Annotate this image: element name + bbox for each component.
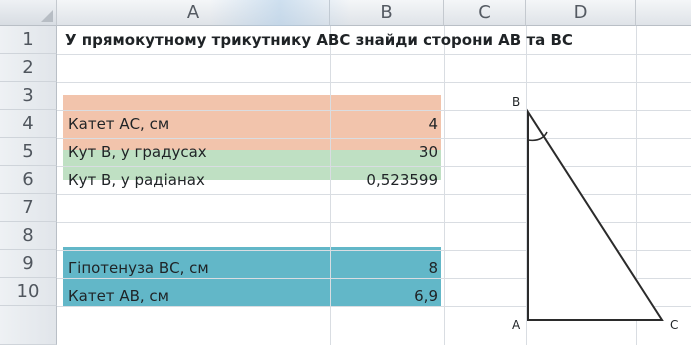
triangle-shape xyxy=(527,108,664,321)
vertex-label-b: B xyxy=(512,95,521,109)
triangle-drawing[interactable] xyxy=(0,0,691,345)
vertex-label-a: A xyxy=(512,318,521,332)
vertex-label-c: C xyxy=(670,318,679,332)
spreadsheet: A B C D 1 2 3 4 5 6 7 8 9 10 У прямокутн… xyxy=(0,0,691,345)
